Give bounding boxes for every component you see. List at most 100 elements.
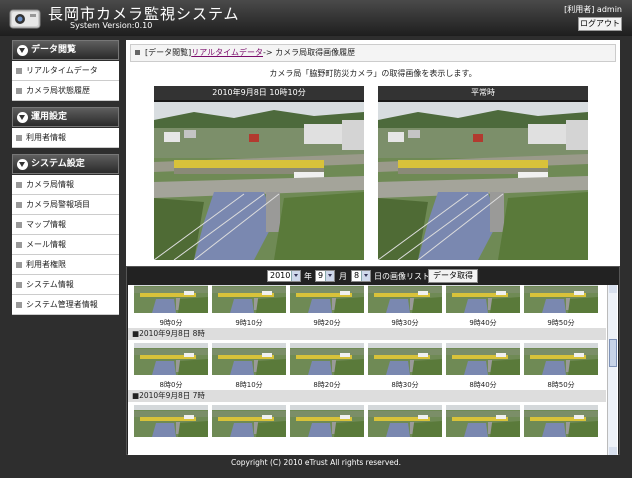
scroll-down-icon[interactable] bbox=[609, 447, 617, 455]
bullet-icon bbox=[16, 282, 22, 288]
latest-image-caption: 2010年9月8日 10時10分 bbox=[154, 86, 364, 100]
hour-group-heading: ■2010年9月8日 7時 bbox=[128, 390, 606, 402]
scroll-up-icon[interactable] bbox=[609, 285, 617, 293]
thumbnail[interactable]: 9時40分 bbox=[446, 285, 520, 329]
bullet-icon bbox=[16, 222, 22, 228]
breadcrumb: [データ閲覧]リアルタイムデータ-> カメラ局取得画像履歴 bbox=[130, 44, 616, 62]
thumbnail-caption: 8時50分 bbox=[547, 381, 575, 389]
thumbnail-image[interactable] bbox=[524, 285, 598, 313]
sidebar-item-camera-station-info[interactable]: カメラ局情報 bbox=[12, 175, 119, 195]
thumbnail-image[interactable] bbox=[368, 285, 442, 313]
latest-image-panel: 2010年9月8日 10時10分 bbox=[154, 86, 364, 260]
thumbnail-caption: 9時30分 bbox=[391, 319, 419, 327]
sidebar-section-label: システム設定 bbox=[31, 159, 85, 169]
thumbnail[interactable]: 9時20分 bbox=[290, 285, 364, 329]
month-label: 月 bbox=[339, 272, 347, 281]
sidebar-item-mail-info[interactable]: メール情報 bbox=[12, 235, 119, 255]
month-select[interactable]: 9 bbox=[315, 270, 335, 282]
sidebar-item-system-admin-info[interactable]: システム管理者情報 bbox=[12, 295, 119, 315]
thumbnail-image[interactable] bbox=[524, 405, 598, 437]
thumbnail[interactable]: 8時0分 bbox=[134, 343, 208, 391]
thumbnail-image[interactable] bbox=[212, 285, 286, 313]
chevron-down-icon bbox=[17, 159, 28, 170]
sidebar-item-label: マップ情報 bbox=[26, 220, 66, 229]
sidebar-item-camera-status-history[interactable]: カメラ局状態履歴 bbox=[12, 81, 119, 101]
sidebar-item-label: カメラ局状態履歴 bbox=[26, 86, 90, 95]
day-value: 8 bbox=[354, 271, 360, 280]
thumbnail[interactable] bbox=[368, 405, 442, 441]
sidebar-item-map-info[interactable]: マップ情報 bbox=[12, 215, 119, 235]
thumbnail-image[interactable] bbox=[524, 343, 598, 375]
bullet-icon bbox=[16, 202, 22, 208]
thumbnail[interactable]: 8時50分 bbox=[524, 343, 598, 391]
thumbnail[interactable]: 8時20分 bbox=[290, 343, 364, 391]
fetch-data-button[interactable]: データ取得 bbox=[428, 269, 478, 283]
thumbnail-caption: 9時40分 bbox=[469, 319, 497, 327]
normal-image-caption: 平常時 bbox=[378, 86, 588, 100]
thumbnail[interactable]: 9時50分 bbox=[524, 285, 598, 329]
latest-camera-image[interactable] bbox=[154, 102, 364, 260]
thumbnail-image[interactable] bbox=[368, 405, 442, 437]
sidebar: データ閲覧 リアルタイムデータ カメラ局状態履歴 運用設定 利用者情報 システム… bbox=[12, 40, 119, 315]
day-label: 日の画像リスト bbox=[374, 272, 430, 281]
sidebar-item-camera-alarm-items[interactable]: カメラ局警報項目 bbox=[12, 195, 119, 215]
thumbnail-image[interactable] bbox=[446, 405, 520, 437]
breadcrumb-link-realtime[interactable]: リアルタイムデータ bbox=[191, 48, 263, 57]
year-select[interactable]: 2010 bbox=[267, 270, 301, 282]
sidebar-item-label: 利用者情報 bbox=[26, 133, 66, 142]
thumbnail[interactable] bbox=[446, 405, 520, 441]
thumbnail-image[interactable] bbox=[134, 343, 208, 375]
chevron-down-icon bbox=[17, 45, 28, 56]
thumbnail-image[interactable] bbox=[134, 285, 208, 313]
sidebar-section-data-view[interactable]: データ閲覧 bbox=[12, 40, 119, 60]
normal-camera-image[interactable] bbox=[378, 102, 588, 260]
thumbnail-image[interactable] bbox=[446, 343, 520, 375]
thumbnail[interactable]: 9時0分 bbox=[134, 285, 208, 329]
sidebar-item-system-info[interactable]: システム情報 bbox=[12, 275, 119, 295]
app-window: 長岡市カメラ監視システム System Version:0.10 [利用者] a… bbox=[0, 0, 632, 478]
month-value: 9 bbox=[318, 271, 324, 280]
thumbnail-image[interactable] bbox=[212, 343, 286, 375]
scrollbar-thumb[interactable] bbox=[609, 339, 617, 367]
sidebar-section-operation-settings[interactable]: 運用設定 bbox=[12, 107, 119, 127]
list-controls: 2010 年 9 月 8 日の画像リスト データ取得 bbox=[127, 269, 621, 283]
thumbnail[interactable]: 8時30分 bbox=[368, 343, 442, 391]
thumbnail[interactable] bbox=[134, 405, 208, 441]
chevron-down-icon bbox=[17, 112, 28, 123]
sidebar-item-realtime-data[interactable]: リアルタイムデータ bbox=[12, 61, 119, 81]
chevron-down-icon bbox=[325, 271, 334, 281]
thumbnail-scroll-area[interactable]: 9時0分 9時10分 9時20分 9時30分 9時40分 9時50分 ■2010… bbox=[128, 285, 618, 455]
bullet-icon bbox=[16, 302, 22, 308]
thumbnail-image[interactable] bbox=[368, 343, 442, 375]
sidebar-item-user-info[interactable]: 利用者情報 bbox=[12, 128, 119, 148]
thumbnail[interactable]: 8時10分 bbox=[212, 343, 286, 391]
thumbnail[interactable] bbox=[524, 405, 598, 441]
bullet-icon bbox=[16, 135, 22, 141]
sidebar-item-label: システム管理者情報 bbox=[26, 300, 98, 309]
thumbnail[interactable]: 9時30分 bbox=[368, 285, 442, 329]
logout-button[interactable]: ログアウト bbox=[578, 17, 622, 31]
sidebar-item-user-permissions[interactable]: 利用者権限 bbox=[12, 255, 119, 275]
thumbnail-image[interactable] bbox=[290, 405, 364, 437]
thumbnail-image[interactable] bbox=[134, 405, 208, 437]
thumbnail[interactable]: 9時10分 bbox=[212, 285, 286, 329]
breadcrumb-current: -> カメラ局取得画像履歴 bbox=[263, 48, 356, 57]
thumbnail[interactable] bbox=[212, 405, 286, 441]
bullet-icon bbox=[16, 242, 22, 248]
thumbnail-image[interactable] bbox=[446, 285, 520, 313]
sidebar-item-label: 利用者権限 bbox=[26, 260, 66, 269]
thumbnail[interactable] bbox=[290, 405, 364, 441]
thumbnail-image[interactable] bbox=[212, 405, 286, 437]
normal-image-panel: 平常時 bbox=[378, 86, 588, 260]
thumbnail-caption: 9時20分 bbox=[313, 319, 341, 327]
thumbnail-caption: 9時10分 bbox=[235, 319, 263, 327]
app-version: System Version:0.10 bbox=[70, 21, 153, 30]
thumbnail-image[interactable] bbox=[290, 285, 364, 313]
thumbnail-image[interactable] bbox=[290, 343, 364, 375]
thumbnail[interactable]: 8時40分 bbox=[446, 343, 520, 391]
day-select[interactable]: 8 bbox=[351, 270, 371, 282]
vertical-scrollbar[interactable] bbox=[607, 285, 617, 455]
sidebar-section-system-settings[interactable]: システム設定 bbox=[12, 154, 119, 174]
main-content: [データ閲覧]リアルタイムデータ-> カメラ局取得画像履歴 カメラ局「脇野町防災… bbox=[126, 40, 620, 455]
bullet-icon bbox=[16, 88, 22, 94]
